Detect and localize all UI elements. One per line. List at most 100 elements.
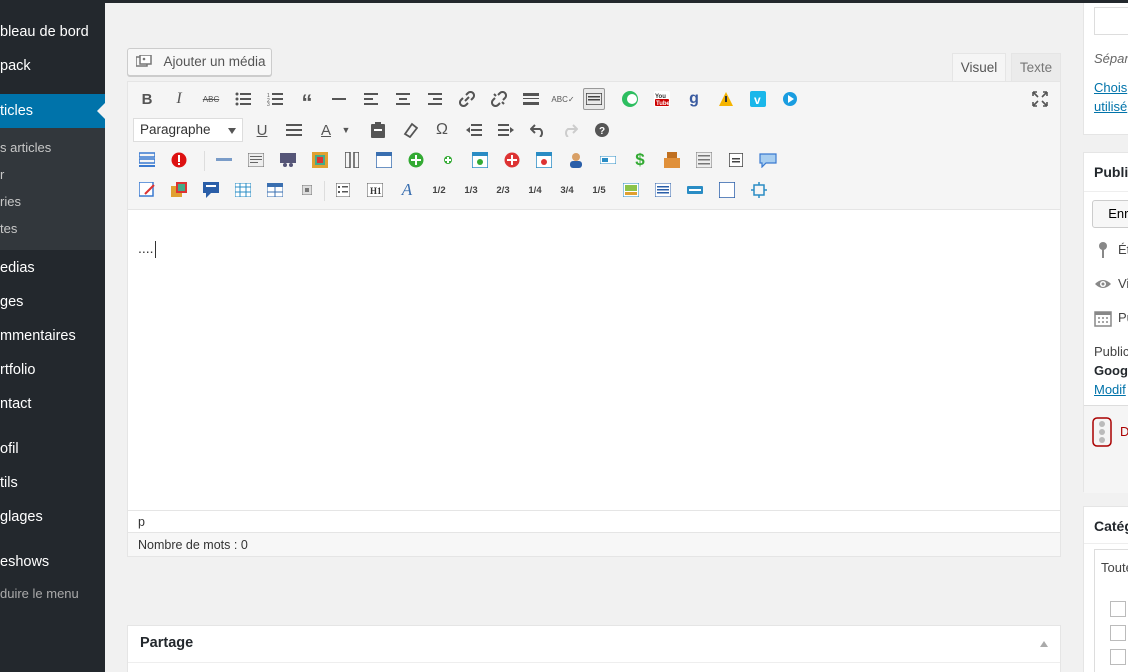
menu-item-comments[interactable]: mmentaires <box>0 319 105 353</box>
submenu-item-all-articles[interactable]: s articles <box>0 135 105 161</box>
warning-icon[interactable] <box>715 88 737 110</box>
user-icon[interactable] <box>565 149 587 171</box>
speech-bubble-icon[interactable] <box>757 149 779 171</box>
paste-text-icon[interactable] <box>367 119 389 141</box>
category-checkbox[interactable] <box>1110 625 1126 641</box>
indent-icon[interactable] <box>495 119 517 141</box>
menu-item-dashboard[interactable]: bleau de bord <box>0 15 105 49</box>
align-right-icon[interactable] <box>424 88 446 110</box>
menu-item-contact[interactable]: ntact <box>0 387 105 421</box>
menu-item-slideshows[interactable]: eshows <box>0 545 105 579</box>
small-add-icon[interactable] <box>437 149 459 171</box>
text-block-icon[interactable] <box>245 149 267 171</box>
category-checkbox[interactable] <box>1110 601 1126 617</box>
box-icon[interactable] <box>661 149 683 171</box>
alert-icon[interactable] <box>168 149 190 171</box>
add-media-button[interactable]: Ajouter un média <box>127 48 272 76</box>
add-window-icon[interactable] <box>469 149 491 171</box>
submenu-item-categories[interactable]: ries <box>0 189 105 215</box>
shortcode-three-quarters[interactable]: 3/4 <box>556 179 578 201</box>
read-more-icon[interactable] <box>520 88 542 110</box>
spellcheck-icon[interactable]: ABC✓ <box>551 88 574 110</box>
remove-window-icon[interactable] <box>533 149 555 171</box>
columns-icon[interactable] <box>341 149 363 171</box>
chevron-up-icon[interactable] <box>1040 641 1048 647</box>
underline-icon[interactable]: U <box>251 119 273 141</box>
add-green-icon[interactable] <box>405 149 427 171</box>
eraser-icon[interactable] <box>399 119 421 141</box>
content-box-icon[interactable] <box>652 179 674 201</box>
tab-visual[interactable]: Visuel <box>952 53 1006 81</box>
menu-item-settings[interactable]: glages <box>0 500 105 534</box>
delete-link[interactable]: D <box>1120 424 1128 439</box>
youtube-icon[interactable]: You Tube <box>651 88 673 110</box>
divider-icon[interactable] <box>213 149 235 171</box>
toolbar-toggle-icon[interactable] <box>583 88 605 110</box>
collapse-menu-button[interactable]: duire le menu <box>0 586 79 606</box>
link-icon[interactable] <box>456 88 478 110</box>
justify-icon[interactable] <box>283 119 305 141</box>
numbered-list-icon[interactable]: 123 <box>264 88 286 110</box>
gallery-icon[interactable] <box>309 149 331 171</box>
shortcode-fifth[interactable]: 1/5 <box>588 179 610 201</box>
small-box-icon[interactable] <box>296 179 318 201</box>
evernote-icon[interactable] <box>619 88 641 110</box>
fullscreen-icon[interactable] <box>1029 88 1051 110</box>
document-icon[interactable] <box>693 149 715 171</box>
button-shape-icon[interactable] <box>684 179 706 201</box>
menu-item-profile[interactable]: ofil <box>0 432 105 466</box>
heading-icon[interactable]: H1 <box>364 179 386 201</box>
horizontal-line-icon[interactable] <box>328 88 350 110</box>
submenu-item-tags[interactable]: tes <box>0 216 105 242</box>
image-stack-icon[interactable] <box>168 179 190 201</box>
submenu-item-add[interactable]: r <box>0 162 105 188</box>
font-style-icon[interactable]: A <box>396 179 418 201</box>
tab-text[interactable]: Texte <box>1011 53 1061 81</box>
frame-icon[interactable] <box>716 179 738 201</box>
table-header-icon[interactable] <box>264 179 286 201</box>
category-checkbox[interactable] <box>1110 649 1126 665</box>
comment-box-icon[interactable] <box>200 179 222 201</box>
edit-note-icon[interactable] <box>136 179 158 201</box>
redo-icon[interactable] <box>559 119 581 141</box>
traffic-light-icon[interactable] <box>1092 417 1112 447</box>
save-draft-button[interactable]: Enre <box>1092 200 1128 228</box>
shortcode-two-thirds[interactable]: 2/3 <box>492 179 514 201</box>
menu-item-medias[interactable]: edias <box>0 251 105 285</box>
used-tags-link[interactable]: utilisé <box>1094 99 1127 114</box>
undo-icon[interactable] <box>527 119 549 141</box>
shortcode-third[interactable]: 1/3 <box>460 179 482 201</box>
modify-link[interactable]: Modif <box>1094 382 1126 397</box>
menu-item-articles[interactable]: ticles <box>0 94 105 128</box>
align-left-icon[interactable] <box>360 88 382 110</box>
unlink-icon[interactable] <box>488 88 510 110</box>
tab-all-categories[interactable]: Toute <box>1101 560 1128 575</box>
list-frame-icon[interactable] <box>332 179 354 201</box>
bullet-list-icon[interactable] <box>232 88 254 110</box>
align-center-icon[interactable] <box>392 88 414 110</box>
editor-content[interactable]: .... <box>138 240 156 258</box>
input-field-icon[interactable] <box>597 149 619 171</box>
menu-item-portfolio[interactable]: rtfolio <box>0 353 105 387</box>
italic-icon[interactable]: I <box>168 88 190 110</box>
table-icon[interactable] <box>232 179 254 201</box>
text-color-icon[interactable]: A <box>315 119 337 141</box>
image-frame-icon[interactable] <box>620 179 642 201</box>
google-icon[interactable]: g <box>683 88 705 110</box>
video-icon[interactable] <box>277 149 299 171</box>
vimeo-icon[interactable]: v <box>747 88 769 110</box>
format-select[interactable]: Paragraphe <box>133 118 243 142</box>
bold-icon[interactable]: B <box>136 88 158 110</box>
shortcode-quarter[interactable]: 1/4 <box>524 179 546 201</box>
move-icon[interactable] <box>748 179 770 201</box>
shortcode-half[interactable]: 1/2 <box>428 179 450 201</box>
blockquote-icon[interactable]: “ <box>296 88 318 115</box>
layout-icon[interactable] <box>136 149 158 171</box>
help-icon[interactable]: ? <box>591 119 613 141</box>
add-red-icon[interactable] <box>501 149 523 171</box>
choose-tags-link[interactable]: Chois <box>1094 80 1127 95</box>
text-color-dropdown-icon[interactable]: ▼ <box>335 119 357 141</box>
tag-input[interactable] <box>1094 7 1128 35</box>
play-icon[interactable] <box>779 88 801 110</box>
outdent-icon[interactable] <box>463 119 485 141</box>
